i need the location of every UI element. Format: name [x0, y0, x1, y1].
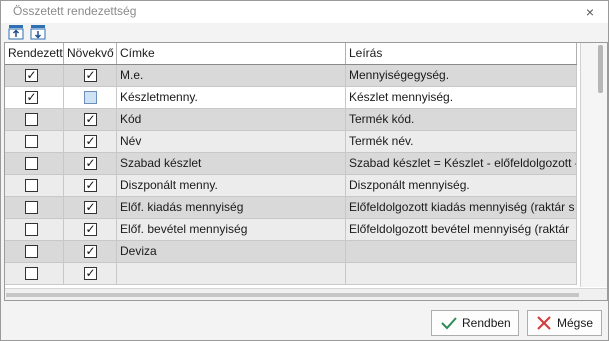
- ascending-cell: ✓: [64, 197, 117, 218]
- move-up-icon[interactable]: [8, 24, 24, 40]
- toolbar: [1, 23, 608, 42]
- sorted-cell: [5, 197, 64, 218]
- sort-grid: Rendezett Növekvő Címke Leírás ✓ ✓ M.e. Men…: [4, 42, 608, 301]
- description-cell: Diszponált mennyiség.: [346, 175, 577, 196]
- ascending-checkbox[interactable]: ✓: [84, 201, 97, 214]
- ascending-checkbox[interactable]: ✓: [84, 179, 97, 192]
- compound-sort-dialog: Összetett rendezettség × Rendezett Növek…: [0, 0, 609, 341]
- table-row[interactable]: ✓ ✓ M.e. Mennyiségegység.: [5, 65, 577, 87]
- window-title: Összetett rendezettség: [13, 4, 137, 18]
- table-row[interactable]: ✓ Szabad készlet Szabad készlet = Készlet …: [5, 153, 577, 175]
- ascending-cell: ✓: [64, 241, 117, 262]
- ascending-checkbox[interactable]: ✓: [84, 157, 97, 170]
- sorted-checkbox[interactable]: ✓: [25, 69, 38, 82]
- cancel-x-icon: [535, 314, 553, 332]
- sorted-cell: [5, 109, 64, 130]
- header-label[interactable]: Címke: [117, 43, 346, 64]
- grid-header: Rendezett Növekvő Címke Leírás: [5, 43, 577, 65]
- vertical-scroll-thumb[interactable]: [598, 45, 603, 93]
- table-row[interactable]: ✓ Deviza: [5, 241, 577, 263]
- sorted-checkbox[interactable]: [25, 179, 38, 192]
- table-row[interactable]: ✓ Kód Termék kód.: [5, 109, 577, 131]
- description-cell: Mennyiségegység.: [346, 65, 577, 86]
- label-cell: Szabad készlet: [117, 153, 346, 174]
- header-description[interactable]: Leírás: [346, 43, 577, 64]
- sorted-cell: [5, 241, 64, 262]
- description-cell: Szabad készlet = Készlet - előfeldolgozo…: [346, 153, 577, 174]
- sorted-cell: ✓: [5, 65, 64, 86]
- description-cell: Előfeldolgozott bevétel mennyiség (raktá…: [346, 219, 577, 240]
- label-cell: Név: [117, 131, 346, 152]
- label-cell: Előf. kiadás mennyiség: [117, 197, 346, 218]
- ascending-cell: ✓: [64, 263, 117, 284]
- ascending-cell: ✓: [64, 65, 117, 86]
- ascending-checkbox[interactable]: ✓: [84, 223, 97, 236]
- sorted-checkbox[interactable]: [25, 223, 38, 236]
- header-sorted[interactable]: Rendezett: [5, 43, 64, 64]
- description-cell: Termék név.: [346, 131, 577, 152]
- sorted-cell: [5, 263, 64, 284]
- table-row[interactable]: ✓ Név Termék név.: [5, 131, 577, 153]
- vertical-scrollbar[interactable]: [580, 43, 607, 287]
- ok-button-label: Rendben: [462, 316, 511, 330]
- title-bar: Összetett rendezettség ×: [1, 1, 608, 23]
- sorted-cell: [5, 131, 64, 152]
- header-ascending[interactable]: Növekvő: [64, 43, 117, 64]
- ascending-checkbox[interactable]: ✓: [84, 267, 97, 280]
- table-row[interactable]: ✓ Diszponált menny. Diszponált mennyiség.: [5, 175, 577, 197]
- table-row[interactable]: ✓ Előf. bevétel mennyiség Előfeldolgozott …: [5, 219, 577, 241]
- horizontal-scrollbar[interactable]: [5, 288, 607, 300]
- label-cell: Készletmenny.: [117, 87, 346, 108]
- description-cell: [346, 241, 577, 262]
- sorted-checkbox[interactable]: [25, 245, 38, 258]
- sorted-checkbox[interactable]: [25, 267, 38, 280]
- ascending-cell: ✓: [64, 175, 117, 196]
- cancel-button[interactable]: Mégse: [527, 310, 602, 336]
- ok-button[interactable]: Rendben: [431, 310, 519, 336]
- ascending-checkbox[interactable]: ✓: [84, 245, 97, 258]
- label-cell: Diszponált menny.: [117, 175, 346, 196]
- move-down-icon[interactable]: [30, 24, 46, 40]
- ascending-cell: ✓: [64, 109, 117, 130]
- sorted-cell: [5, 219, 64, 240]
- table-row[interactable]: ✓ Készletmenny. Készlet mennyiség.: [5, 87, 577, 109]
- label-cell: Előf. bevétel mennyiség: [117, 219, 346, 240]
- cancel-button-label: Mégse: [557, 316, 594, 330]
- label-cell: M.e.: [117, 65, 346, 86]
- ascending-checkbox[interactable]: ✓: [84, 113, 97, 126]
- ascending-cell: ✓: [64, 219, 117, 240]
- label-cell: Deviza: [117, 241, 346, 262]
- table-row[interactable]: ✓ Előf. kiadás mennyiség Előfeldolgozott k…: [5, 197, 577, 219]
- sorted-cell: [5, 175, 64, 196]
- ascending-checkbox[interactable]: ✓: [84, 135, 97, 148]
- ascending-cell: [64, 87, 117, 108]
- sorted-cell: ✓: [5, 87, 64, 108]
- sorted-cell: [5, 153, 64, 174]
- sorted-checkbox[interactable]: [25, 201, 38, 214]
- table-row[interactable]: ✓: [5, 263, 577, 285]
- description-cell: Előfeldolgozott kiadás mennyiség (raktár…: [346, 197, 577, 218]
- sorted-checkbox[interactable]: [25, 135, 38, 148]
- horizontal-scroll-thumb[interactable]: [6, 293, 579, 297]
- description-cell: [346, 263, 577, 284]
- sorted-checkbox[interactable]: [25, 157, 38, 170]
- ascending-cell: ✓: [64, 153, 117, 174]
- ascending-checkbox[interactable]: [84, 91, 97, 104]
- description-cell: Termék kód.: [346, 109, 577, 130]
- label-cell: [117, 263, 346, 284]
- description-cell: Készlet mennyiség.: [346, 87, 577, 108]
- ascending-cell: ✓: [64, 131, 117, 152]
- sorted-checkbox[interactable]: [25, 113, 38, 126]
- close-icon[interactable]: ×: [580, 1, 600, 23]
- checkmark-icon: [440, 314, 458, 332]
- label-cell: Kód: [117, 109, 346, 130]
- sorted-checkbox[interactable]: ✓: [25, 91, 38, 104]
- ascending-checkbox[interactable]: ✓: [84, 69, 97, 82]
